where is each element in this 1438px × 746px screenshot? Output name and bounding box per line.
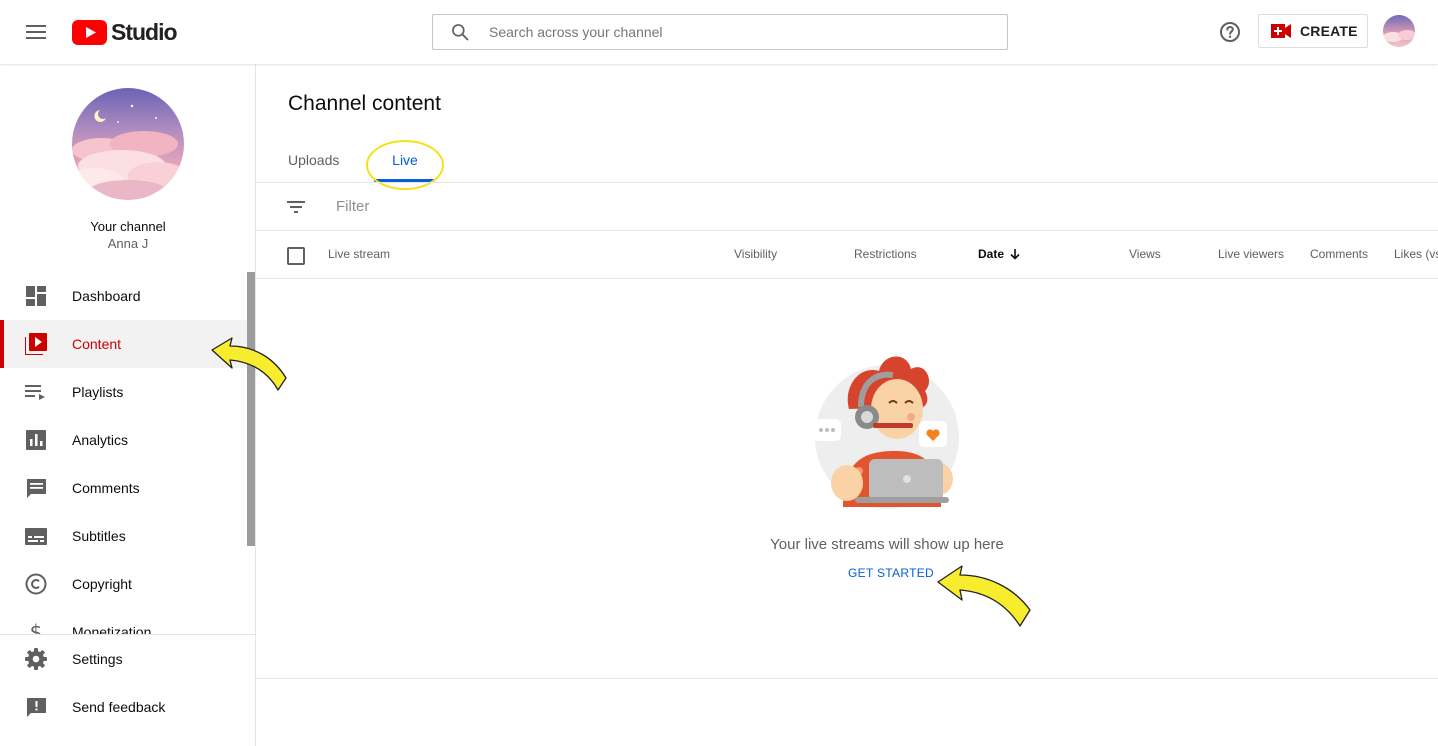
empty-state-message: Your live streams will show up here (770, 536, 1004, 553)
settings-icon (24, 647, 48, 671)
search-input[interactable] (489, 24, 969, 40)
sidebar-item-dashboard[interactable]: Dashboard (0, 272, 247, 320)
sidebar-item-label: Comments (72, 480, 140, 496)
column-date[interactable]: Date (978, 247, 1021, 261)
sidebar-item-analytics[interactable]: Analytics (0, 416, 247, 464)
feedback-icon (24, 695, 48, 719)
channel-avatar-image (72, 88, 184, 200)
column-live-viewers[interactable]: Live viewers (1218, 247, 1284, 261)
subtitles-icon (24, 524, 48, 548)
column-restrictions[interactable]: Restrictions (854, 247, 917, 261)
content-divider (256, 678, 1438, 679)
hamburger-menu-icon[interactable] (20, 20, 52, 44)
get-started-link[interactable]: GET STARTED (848, 566, 934, 580)
column-likes[interactable]: Likes (vs. dislikes) (1394, 247, 1438, 261)
sidebar-item-settings[interactable]: Settings (0, 635, 255, 683)
column-visibility[interactable]: Visibility (734, 247, 777, 261)
sidebar-item-playlists[interactable]: Playlists (0, 368, 247, 416)
sidebar-item-send-feedback[interactable]: Send feedback (0, 683, 255, 731)
sidebar-item-label: Content (72, 336, 122, 352)
sidebar-item-label: Dashboard (72, 288, 141, 304)
column-comments[interactable]: Comments (1310, 247, 1368, 261)
sidebar-item-monetization[interactable]: $ Monetization (0, 608, 247, 634)
create-video-icon (1271, 24, 1291, 38)
studio-logo[interactable]: Studio (72, 18, 178, 45)
channel-name: Anna J (107, 236, 149, 251)
channel-title: Your channel (90, 219, 166, 234)
create-label: CREATE (1300, 23, 1358, 39)
monetization-icon: $ (29, 620, 43, 634)
sidebar-item-label: Analytics (72, 432, 129, 448)
column-views[interactable]: Views (1129, 247, 1161, 261)
sidebar-item-copyright[interactable]: Copyright (0, 560, 247, 608)
channel-avatar[interactable] (72, 88, 184, 200)
sidebar-item-label: Playlists (72, 384, 124, 400)
select-all-checkbox[interactable] (287, 247, 305, 265)
sort-down-arrow-icon (1010, 249, 1020, 260)
content-tabs: Uploads Live (288, 144, 442, 182)
sidebar-item-label: Subtitles (72, 528, 126, 544)
sidebar-nav: Dashboard Content Playlists Analytics Co… (0, 272, 247, 634)
copyright-icon (24, 572, 48, 596)
sidebar-item-comments[interactable]: Comments (0, 464, 247, 512)
sidebar-item-subtitles[interactable]: Subtitles (0, 512, 247, 560)
dashboard-icon (24, 284, 48, 308)
filter-bar (256, 183, 1438, 231)
column-date-label: Date (978, 247, 1005, 261)
top-bar: Studio CREATE (0, 0, 1438, 64)
column-live-stream[interactable]: Live stream (328, 247, 390, 261)
avatar-image (1383, 15, 1415, 47)
table-header: Live stream Visibility Restrictions Date… (256, 231, 1438, 279)
sidebar-bottom: Settings Send feedback (0, 634, 255, 746)
sidebar-item-label: Settings (72, 651, 123, 667)
sidebar: Your channel Anna J Dashboard Content Pl… (0, 64, 256, 746)
account-avatar[interactable] (1383, 15, 1415, 47)
playlists-icon (24, 380, 48, 404)
sidebar-item-content[interactable]: Content (0, 320, 247, 368)
help-icon[interactable] (1218, 20, 1242, 44)
sidebar-scrollbar[interactable] (247, 272, 255, 546)
comments-icon (24, 476, 48, 500)
analytics-icon (24, 428, 48, 452)
search-box[interactable] (432, 14, 1008, 50)
search-icon (452, 24, 469, 41)
sidebar-item-label: Copyright (72, 576, 132, 592)
tab-uploads[interactable]: Uploads (288, 144, 368, 182)
page-title: Channel content (288, 92, 441, 115)
logo-text: Studio (111, 18, 178, 45)
create-button[interactable]: CREATE (1258, 14, 1368, 48)
content-icon (24, 332, 48, 356)
filter-icon[interactable] (284, 195, 308, 219)
sidebar-item-label: Send feedback (72, 699, 166, 715)
sidebar-item-label: Monetization (72, 624, 152, 634)
main-content: Channel content Uploads Live Live stream… (256, 64, 1438, 746)
youtube-logo-icon (72, 19, 107, 45)
filter-input[interactable] (336, 198, 936, 215)
tab-live[interactable]: Live (368, 144, 442, 182)
live-streamer-illustration (813, 356, 959, 509)
